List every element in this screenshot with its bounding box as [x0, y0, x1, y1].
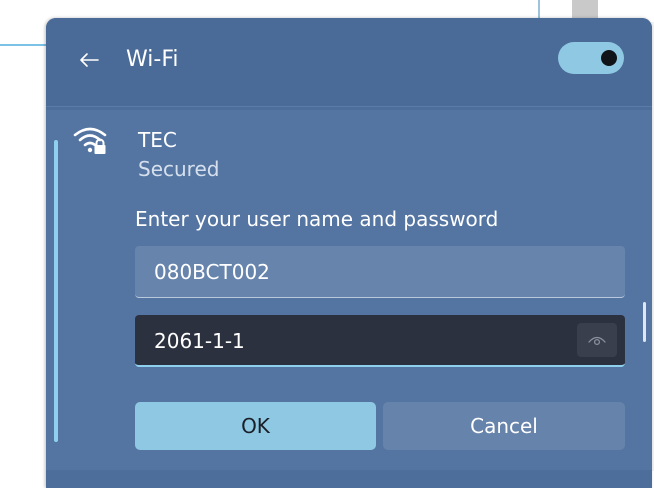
network-name: TEC [138, 128, 177, 152]
credentials-prompt: Enter your user name and password [135, 207, 499, 231]
desktop-background-line [0, 44, 46, 46]
password-field[interactable]: 2061-1-1 [135, 315, 625, 367]
wifi-secured-icon [73, 127, 107, 154]
desktop-background-line [538, 0, 540, 18]
network-status: Secured [138, 157, 220, 181]
reveal-password-button[interactable] [577, 323, 617, 357]
username-value: 080BCT002 [154, 260, 270, 284]
password-value: 2061-1-1 [154, 329, 245, 353]
wifi-header: Wi-Fi [46, 18, 652, 107]
ok-button[interactable]: OK [135, 402, 376, 450]
selection-indicator [54, 140, 58, 442]
network-item-tec: TEC Secured Enter your user name and pas… [46, 110, 652, 470]
cancel-button[interactable]: Cancel [383, 402, 625, 450]
scrollbar[interactable] [643, 302, 646, 342]
wifi-toggle[interactable] [558, 42, 624, 74]
desktop-background-block [572, 0, 598, 18]
back-button[interactable] [74, 46, 104, 74]
username-field[interactable]: 080BCT002 [135, 246, 625, 298]
arrow-left-icon [80, 53, 99, 67]
page-title: Wi-Fi [126, 47, 179, 72]
eye-icon [588, 336, 606, 346]
wifi-flyout: Wi-Fi TEC Secured Enter your user name a… [46, 18, 652, 488]
toggle-knob [601, 50, 617, 66]
